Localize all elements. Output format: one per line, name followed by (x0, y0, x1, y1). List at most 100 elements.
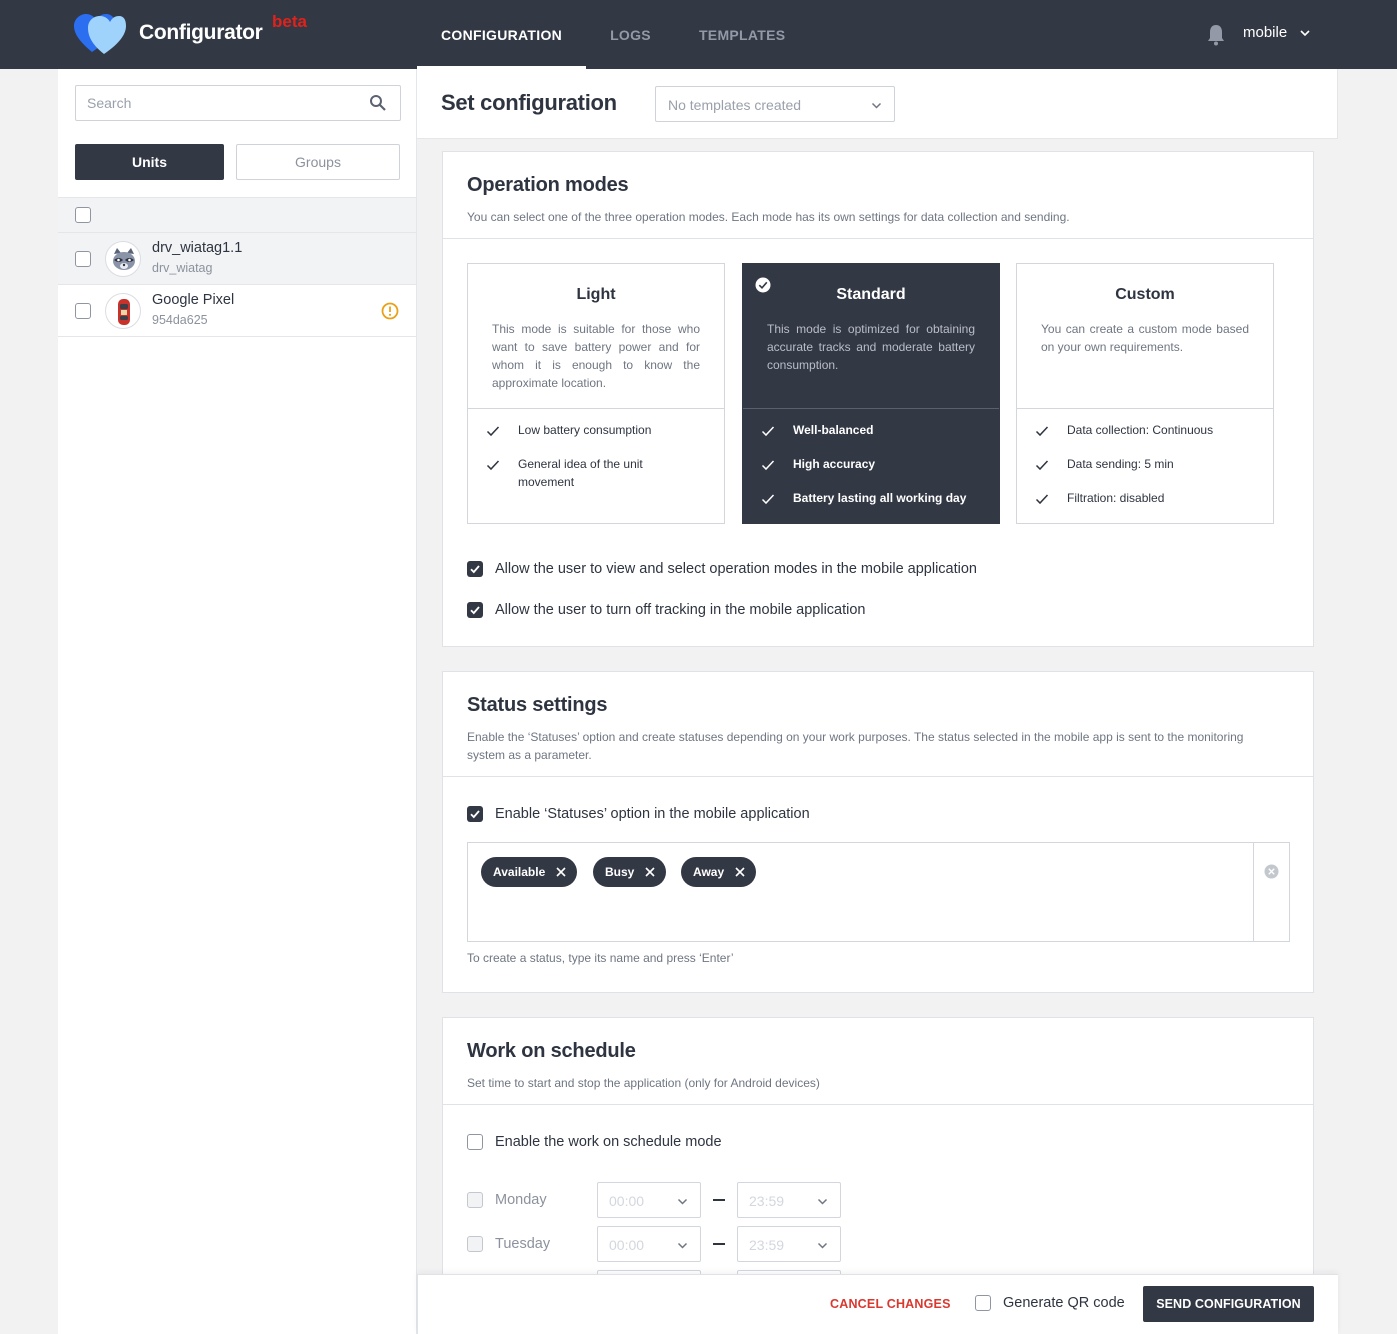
checked-checkbox[interactable] (467, 602, 483, 618)
section-title: Operation modes (467, 174, 629, 196)
tab-logs[interactable]: LOGS (586, 0, 675, 69)
mode-feature: Low battery consumption (518, 423, 652, 437)
enable-statuses-checkbox[interactable]: Enable ‘Statuses’ option in the mobile a… (467, 804, 810, 824)
status-hint: To create a status, type its name and pr… (467, 951, 734, 965)
list-item[interactable]: Google Pixel 954da625 (58, 285, 416, 337)
clear-tags-area (1253, 843, 1289, 941)
checkbox-label: Allow the user to turn off tracking in t… (495, 602, 866, 618)
chevron-down-icon (817, 1198, 828, 1205)
mode-feature: Filtration: disabled (1067, 491, 1165, 505)
close-icon[interactable] (644, 866, 656, 878)
mode-light[interactable]: Light This mode is suitable for those wh… (467, 263, 725, 524)
checkbox-label: Allow the user to view and select operat… (495, 561, 977, 577)
disabled-checkbox[interactable] (467, 1192, 483, 1208)
check-icon (1035, 460, 1049, 471)
divider (743, 408, 999, 409)
checked-checkbox[interactable] (467, 806, 483, 822)
action-footer: CANCEL CHANGES Generate QR code SEND CON… (417, 1274, 1338, 1334)
mode-description: This mode is optimized for obtaining acc… (767, 322, 975, 372)
unchecked-checkbox[interactable] (467, 1134, 483, 1150)
mode-title: Light (576, 286, 616, 303)
page-header: Set configuration No templates created (417, 69, 1338, 139)
clear-all-icon[interactable] (1264, 864, 1279, 879)
configurator-logo (74, 14, 126, 54)
day-tuesday-checkbox[interactable]: Tuesday (467, 1234, 550, 1254)
allow-turn-off-tracking-checkbox[interactable]: Allow the user to turn off tracking in t… (467, 600, 866, 620)
tag-label: Away (693, 865, 725, 879)
unchecked-checkbox[interactable] (975, 1295, 991, 1311)
raccoon-avatar (105, 241, 141, 277)
warning-icon[interactable] (381, 302, 399, 320)
units-toggle[interactable]: Units (75, 144, 224, 180)
checkbox-label: Enable ‘Statuses’ option in the mobile a… (495, 806, 810, 822)
template-select[interactable]: No templates created (655, 86, 895, 122)
divider (443, 238, 1313, 239)
divider (1017, 408, 1273, 409)
chevron-down-icon (677, 1242, 688, 1249)
time-value: 00:00 (609, 1237, 645, 1253)
select-all-checkbox[interactable] (75, 207, 91, 223)
mode-feature: Data collection: Continuous (1067, 423, 1214, 437)
divider (468, 408, 724, 409)
chevron-down-icon[interactable] (1299, 27, 1311, 39)
unit-type: drv_wiatag (152, 261, 213, 275)
page-title: Set configuration (441, 90, 617, 115)
mode-standard[interactable]: Standard This mode is optimized for obta… (742, 263, 1000, 524)
mode-title: Standard (836, 286, 906, 303)
search-icon[interactable] (369, 94, 387, 112)
brand-name: Configurator (139, 21, 263, 44)
unit-checkbox[interactable] (75, 303, 91, 319)
mode-description: This mode is suitable for those who want… (492, 322, 700, 390)
chevron-down-icon (677, 1198, 688, 1205)
unit-name: drv_wiatag1.1 (152, 240, 243, 256)
mode-feature: High accuracy (793, 457, 876, 471)
chevron-down-icon (871, 102, 882, 109)
operation-modes-card: Operation modes You can select one of th… (442, 151, 1314, 647)
status-tags-input[interactable]: Available Busy Away (467, 842, 1290, 942)
mode-title: Custom (1115, 286, 1175, 303)
generate-qr-checkbox[interactable]: Generate QR code (975, 1295, 1125, 1311)
sidebar: Units Groups drv_wiatag1.1 drv_wiatag (58, 69, 417, 1334)
section-description: You can select one of the three operatio… (467, 210, 1070, 224)
check-icon (761, 460, 775, 471)
day-label: Tuesday (495, 1236, 551, 1252)
day-monday-checkbox[interactable]: Monday (467, 1190, 547, 1210)
monday-start-select[interactable]: 00:00 (597, 1182, 701, 1218)
tuesday-start-select[interactable]: 00:00 (597, 1226, 701, 1262)
enable-schedule-checkbox[interactable]: Enable the work on schedule mode (467, 1132, 722, 1152)
section-title: Status settings (467, 694, 608, 716)
mode-feature: Well-balanced (793, 423, 874, 437)
tab-templates[interactable]: TEMPLATES (675, 0, 809, 69)
check-icon (1035, 426, 1049, 437)
unit-checkbox[interactable] (75, 251, 91, 267)
divider (443, 1104, 1313, 1105)
cancel-changes-button[interactable]: CANCEL CHANGES (830, 1297, 951, 1311)
car-avatar (105, 293, 141, 329)
tag-label: Available (493, 865, 546, 879)
check-icon (1035, 494, 1049, 505)
template-select-value: No templates created (668, 97, 802, 113)
time-value: 23:59 (749, 1193, 785, 1209)
tuesday-end-select[interactable]: 23:59 (737, 1226, 841, 1262)
checked-checkbox[interactable] (467, 561, 483, 577)
check-icon (761, 426, 775, 437)
search-input[interactable] (75, 85, 401, 121)
section-description: Enable the ‘Statuses’ option and create … (467, 730, 1244, 762)
check-icon (486, 426, 500, 437)
close-icon[interactable] (734, 866, 746, 878)
bell-icon[interactable] (1206, 24, 1226, 46)
user-menu[interactable]: mobile (1243, 24, 1287, 41)
disabled-checkbox[interactable] (467, 1236, 483, 1252)
tab-configuration[interactable]: CONFIGURATION (417, 0, 587, 69)
unit-name: Google Pixel (152, 292, 235, 308)
monday-end-select[interactable]: 23:59 (737, 1182, 841, 1218)
close-icon[interactable] (555, 866, 567, 878)
send-configuration-button[interactable]: SEND CONFIGURATION (1143, 1286, 1314, 1322)
mode-custom[interactable]: Custom You can create a custom mode base… (1016, 263, 1274, 524)
status-settings-card: Status settings Enable the ‘Statuses’ op… (442, 671, 1314, 993)
range-dash (713, 1199, 725, 1201)
status-tag: Available (481, 857, 578, 887)
allow-select-modes-checkbox[interactable]: Allow the user to view and select operat… (467, 559, 977, 579)
groups-toggle[interactable]: Groups (236, 144, 400, 180)
list-item[interactable]: drv_wiatag1.1 drv_wiatag (58, 233, 416, 285)
